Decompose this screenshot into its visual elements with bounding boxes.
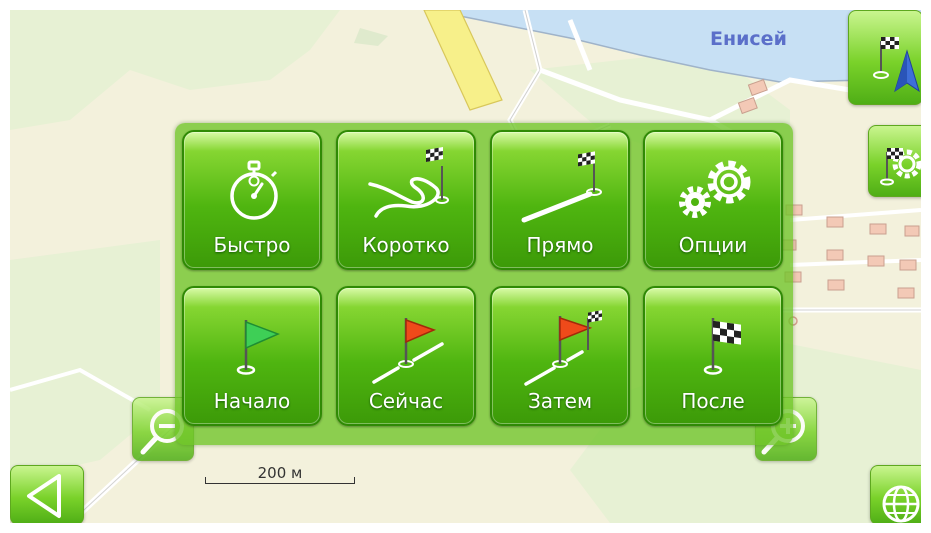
map-scale: 200 м <box>205 464 355 486</box>
menu-item-now[interactable]: Сейчас <box>336 286 476 426</box>
gears-icon <box>679 160 751 218</box>
flag-compass-icon <box>873 37 920 93</box>
checkered-flag-icon <box>703 318 741 375</box>
red-flag-route-icon <box>372 318 444 384</box>
menu-item-label: Сейчас <box>368 389 444 413</box>
menu-item-label: Начало <box>213 389 291 413</box>
green-flag-icon <box>236 320 280 375</box>
menu-item-label: Коротко <box>362 233 450 257</box>
menu-item-direct[interactable]: Прямо <box>490 130 630 270</box>
menu-item-start[interactable]: Начало <box>182 286 322 426</box>
route-menu-panel: Быстро Коротко Прямо Опции Начало Сейчас… <box>175 123 793 445</box>
navigate-button[interactable] <box>848 10 921 105</box>
scale-bar <box>205 477 355 484</box>
menu-item-after[interactable]: После <box>643 286 783 426</box>
menu-item-label: После <box>681 389 745 413</box>
route-settings-button[interactable] <box>868 125 921 197</box>
menu-item-label: Затем <box>527 389 593 413</box>
menu-item-options[interactable]: Опции <box>643 130 783 270</box>
menu-item-label: Опции <box>678 233 748 257</box>
menu-item-then[interactable]: Затем <box>490 286 630 426</box>
menu-item-label: Прямо <box>526 233 594 257</box>
red-checkered-flags-icon <box>524 310 602 386</box>
winding-route-flag-icon <box>368 147 449 218</box>
map-frame[interactable]: Енисей 200 м Быстро Коротко Прямо Опции … <box>10 10 921 523</box>
menu-item-fast[interactable]: Быстро <box>182 130 322 270</box>
back-arrow-icon <box>27 474 61 518</box>
globe-button[interactable] <box>870 465 921 523</box>
back-button[interactable] <box>10 465 84 523</box>
flag-gear-icon <box>880 148 921 186</box>
stopwatch-icon <box>230 160 278 220</box>
globe-icon <box>882 485 920 523</box>
straight-route-flag-icon <box>521 151 602 223</box>
river-label: Енисей <box>710 28 787 50</box>
menu-item-label: Быстро <box>213 233 291 257</box>
menu-item-short[interactable]: Коротко <box>336 130 476 270</box>
